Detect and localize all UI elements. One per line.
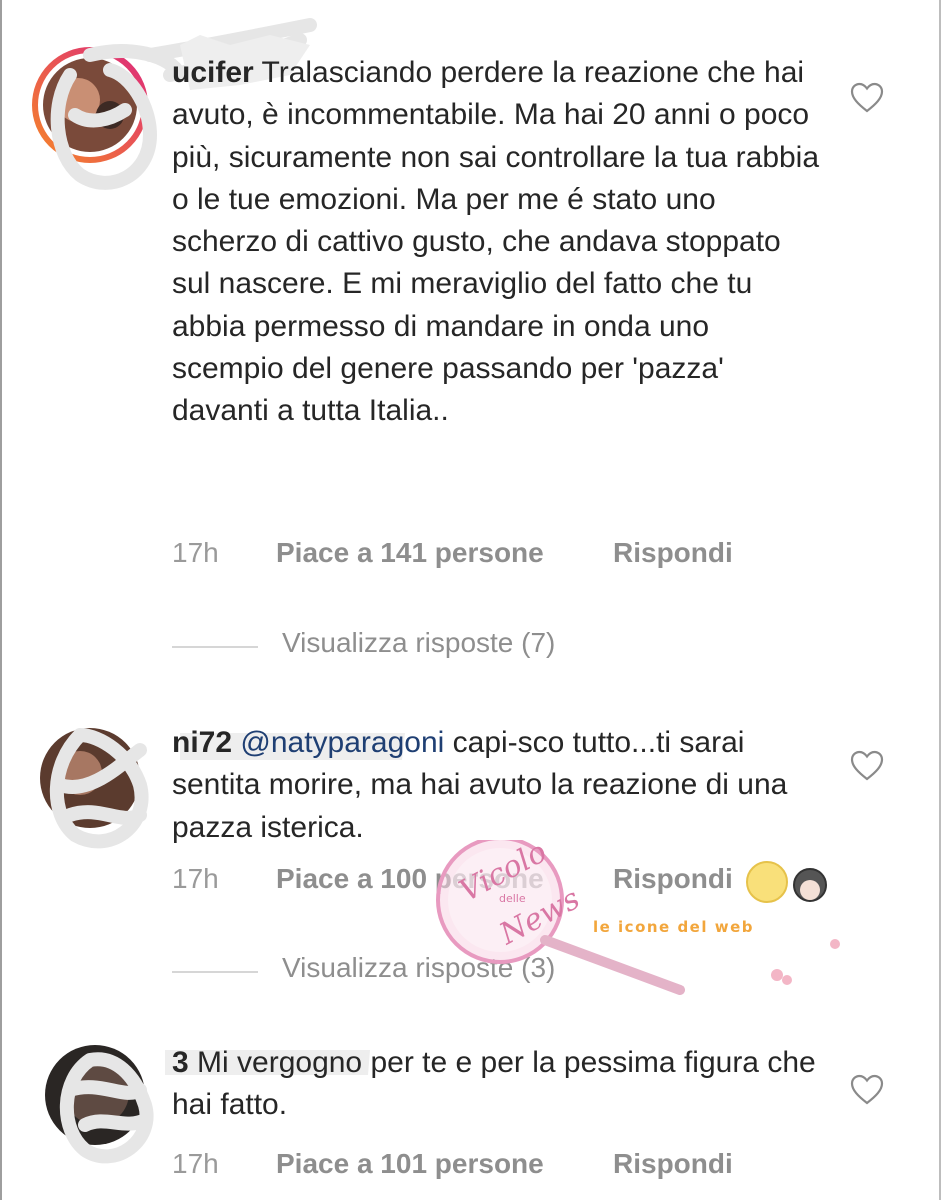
comment-text: Tralasciando perdere la reazione che hai… <box>172 56 820 428</box>
watermark-logo: Vicolo delle News le icone del web <box>436 840 840 995</box>
comment-username[interactable]: ni72 <box>172 726 232 759</box>
reply-button[interactable]: Rispondi <box>613 537 733 569</box>
comment-username[interactable]: 3 <box>172 1046 189 1079</box>
likes-count-link[interactable]: Piace a 101 persone <box>276 1148 544 1180</box>
mention-link[interactable]: @natyparagoni <box>240 726 444 759</box>
replies-divider-line <box>172 971 258 973</box>
comment-timestamp: 17h <box>172 863 219 894</box>
reply-button[interactable]: Rispondi <box>613 1148 733 1180</box>
heart-outline-icon[interactable] <box>850 750 884 782</box>
likes-count-link[interactable]: Piace a 141 persone <box>276 537 544 569</box>
view-replies-label: Visualizza risposte (7) <box>282 627 556 658</box>
heart-outline-icon[interactable] <box>850 1074 884 1106</box>
watermark-text-2: delle <box>499 892 526 905</box>
comment-username[interactable]: ucifer <box>172 56 254 89</box>
view-replies-button[interactable]: Visualizza risposte (7) <box>172 627 632 667</box>
comment: ucifer Tralasciando perdere la reazione … <box>0 0 941 700</box>
comment: 3 Mi vergogno per te e per la pessima fi… <box>0 1020 941 1200</box>
watermark-banner-text: le icone del web <box>593 918 754 936</box>
replies-divider-line <box>172 646 258 648</box>
comment-timestamp: 17h <box>172 1148 219 1179</box>
heart-outline-icon[interactable] <box>850 82 884 114</box>
comment-text: Mi vergogno per te e per la pessima figu… <box>172 1046 816 1122</box>
comment-timestamp: 17h <box>172 537 219 568</box>
